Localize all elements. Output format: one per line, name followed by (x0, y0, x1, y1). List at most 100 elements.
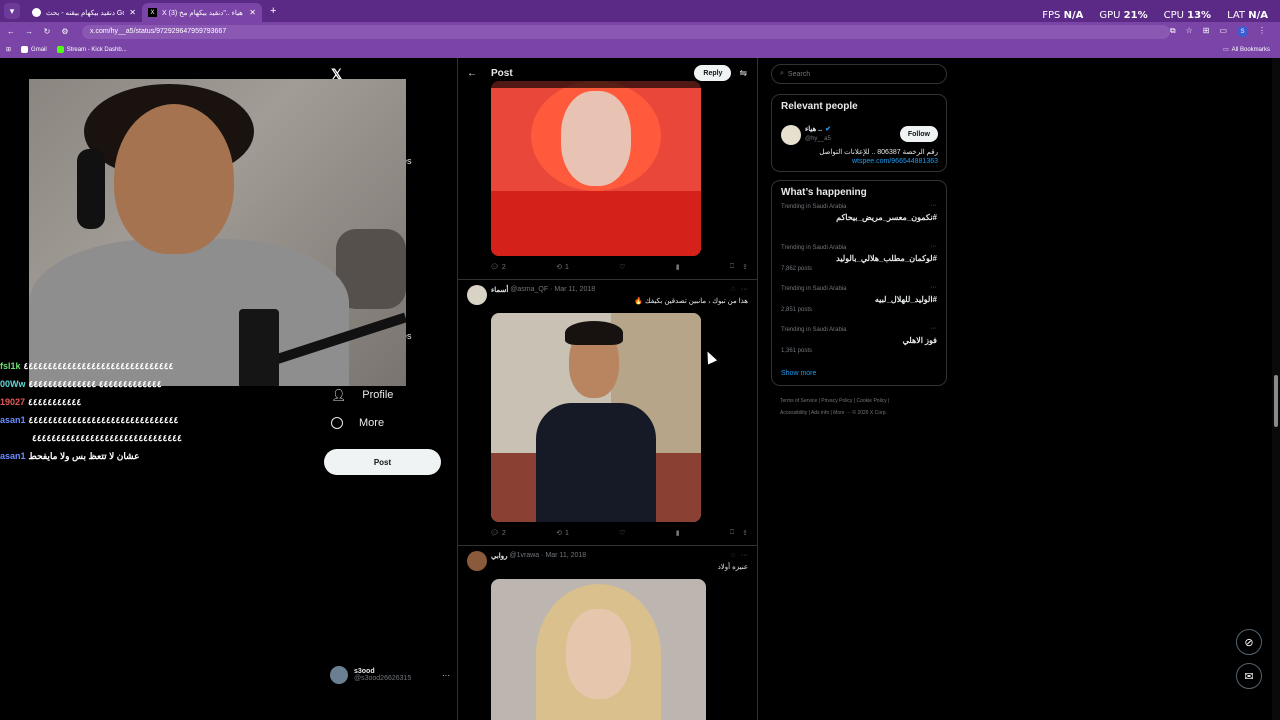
avatar[interactable] (781, 125, 801, 145)
avatar[interactable] (467, 285, 487, 305)
back-icon[interactable]: ← (4, 27, 18, 36)
post-actions: 💬︎ 2 ⟲ 1 ♡ ▮ ⎕ ⇪ (490, 263, 748, 271)
avatar[interactable] (467, 551, 487, 571)
reload-icon[interactable]: ↻ (40, 27, 54, 36)
headset (77, 149, 105, 229)
more-icon[interactable]: ··· (930, 243, 937, 250)
post-date[interactable]: · Mar 11, 2018 (550, 286, 595, 294)
post-thread-column: ← Post Reply ⇋ 💬︎ 2 ⟲ 1 ♡ ▮ ⎕ ⇪ أسماء @asma… (457, 58, 758, 720)
show-more-link[interactable]: Show more (781, 370, 937, 377)
grok-button[interactable]: ⊘ (1236, 629, 1262, 655)
divider (458, 279, 757, 280)
search-input[interactable]: ⌕ Search (771, 64, 947, 84)
new-tab-button[interactable]: + (270, 5, 276, 17)
bookmark-star-icon[interactable]: ☆ (1186, 26, 1193, 37)
url-field[interactable]: x.com/hy__a5/status/972929647959793667 (82, 24, 1170, 39)
views-icon[interactable]: ▮ (676, 263, 680, 271)
sidebar-icon[interactable]: ▭ (1219, 26, 1227, 37)
like-icon[interactable]: ♡ (619, 529, 625, 537)
reply-action[interactable]: 💬︎ 2 (490, 529, 506, 538)
author-handle[interactable]: @1vrawa (510, 552, 540, 560)
trend-tag: #الوليد_للهلال_لبيه (874, 295, 937, 304)
repost-action[interactable]: ⟲ 1 (556, 529, 569, 538)
post-date[interactable]: · Mar 11, 2018 (541, 552, 586, 560)
all-bookmarks[interactable]: ▭ All Bookmarks (1222, 46, 1270, 54)
post-image[interactable] (491, 81, 701, 256)
reply-button[interactable]: Reply (694, 65, 732, 81)
reply-action[interactable]: 💬︎ 2 (490, 263, 506, 272)
footer-line[interactable]: Accessibility | Ads info | More ··· © 20… (780, 407, 950, 419)
post-text: هذا من تبوك ، مانبين تصدقين بكيفك 🔥 (634, 298, 748, 305)
close-icon[interactable]: ✕ (129, 8, 136, 17)
like-icon[interactable]: ♡ (619, 263, 625, 271)
post-image[interactable] (491, 313, 701, 522)
bookmark-icon[interactable]: ⎕ (730, 263, 734, 271)
trend-item[interactable]: Trending in Saudi Arabia ··· #نكمون_معسر… (781, 202, 937, 245)
person-link[interactable]: wtspee.com/966544881363 (852, 158, 938, 165)
repost-icon: ⟲ (556, 530, 562, 537)
more-icon[interactable]: ··· (930, 284, 937, 291)
bookmark-icon[interactable]: ⎕ (730, 529, 734, 537)
more-icon[interactable]: ··· (930, 325, 937, 332)
extensions-icon[interactable]: ⊞ (1203, 26, 1210, 37)
author-name[interactable]: روابي (491, 552, 508, 560)
tab-x-post[interactable]: X X على هياء .."دنقيد بيكهام مخ (3)" ✕ (142, 3, 262, 22)
search-placeholder: Search (787, 70, 811, 78)
site-info-icon[interactable]: ⚙ (58, 27, 72, 36)
author-handle[interactable]: @asma_QF (510, 286, 548, 294)
nav-more[interactable]: More (331, 417, 384, 429)
trend-item[interactable]: Trending in Saudi Arabia ··· فوز الاهلي … (781, 325, 937, 368)
card-title: What’s happening (781, 187, 867, 198)
chat-text: عشان لا تتعظ بس ولا مايفحط (28, 451, 140, 461)
post-tools: ◌ ··· (731, 286, 748, 293)
trend-count: 7,862 posts (781, 266, 813, 272)
profile-avatar[interactable]: S (1237, 26, 1248, 37)
chat-message: 00Ww ٤٤٤٤٤٤٤٤٤٤٤٤٤ ٤٤٤٤٤٤٤٤٤٤٤٤٤٤ (0, 375, 200, 393)
apps-icon[interactable]: ⊞ (6, 46, 11, 53)
menu-icon[interactable]: ⋮ (1258, 26, 1266, 37)
repost-icon: ⟲ (556, 264, 562, 271)
verified-badge-icon: ✔ (825, 126, 831, 133)
trend-item[interactable]: Trending in Saudi Arabia ··· #لوكمان_مطل… (781, 243, 937, 286)
account-switcher[interactable]: s3ood @s3ood26626315 ··· (330, 662, 450, 688)
more-icon[interactable]: ··· (442, 671, 450, 680)
post-image[interactable] (491, 579, 706, 720)
bookmark-gmail[interactable]: Gmail (21, 46, 47, 53)
more-icon[interactable]: ··· (741, 286, 748, 293)
stream-chat: fsl1k ٤٤٤٤٤٤٤٤٤٤٤٤٤٤٤٤٤٤٤٤٤٤٤٤٤٤٤٤٤٤٤ 00W… (0, 357, 200, 465)
post-tools: ◌ ··· (731, 552, 748, 559)
forward-icon[interactable]: → (22, 27, 36, 36)
more-icon[interactable]: ··· (741, 552, 748, 559)
back-arrow-icon[interactable]: ← (467, 68, 477, 79)
image-top (491, 191, 701, 256)
tab-google-search[interactable]: دنقيد بيكهام بيقنه - بحث Google ✕ (26, 3, 142, 22)
post-button[interactable]: Post (324, 449, 441, 475)
close-icon[interactable]: ✕ (249, 8, 256, 17)
search-icon: ⌕ (780, 70, 784, 77)
sort-options-icon[interactable]: ⇋ (739, 68, 747, 79)
scroll-thumb[interactable] (1274, 375, 1278, 427)
grok-icon[interactable]: ◌ (731, 286, 735, 293)
folder-icon: ▭ (1222, 47, 1229, 53)
views-icon[interactable]: ▮ (676, 529, 680, 537)
chat-user: asan1 (0, 451, 26, 461)
share-icon[interactable]: ⇪ (742, 263, 748, 271)
bookmark-kick[interactable]: Stream - Kick Dashb... (56, 46, 127, 53)
trend-item[interactable]: Trending in Saudi Arabia ··· #الوليد_لله… (781, 284, 937, 327)
footer-line[interactable]: Terms of Service | Privacy Policy | Cook… (780, 395, 950, 407)
repost-action[interactable]: ⟲ 1 (556, 263, 569, 272)
bookmarks-bar: ⊞ Gmail Stream - Kick Dashb... ▭ All Book… (0, 41, 1280, 58)
share-icon[interactable]: ⇪ (742, 529, 748, 537)
person-name-row[interactable]: هياء .. ✔ (805, 125, 831, 133)
messages-button[interactable]: ✉ (1236, 663, 1262, 689)
fps-stat: FPS N/A (1042, 10, 1084, 21)
author-name[interactable]: أسماء (491, 286, 508, 294)
more-icon[interactable]: ··· (930, 202, 937, 209)
scrollbar[interactable] (1272, 58, 1280, 720)
nav-profile[interactable]: 👤︎ Profile (331, 388, 393, 402)
install-icon[interactable]: ⧉ (1170, 26, 1176, 37)
person-handle[interactable]: @hy__a5 (805, 136, 831, 142)
tab-search-icon[interactable]: ▾ (4, 3, 20, 19)
follow-button[interactable]: Follow (899, 126, 938, 142)
grok-icon[interactable]: ◌ (731, 552, 735, 559)
